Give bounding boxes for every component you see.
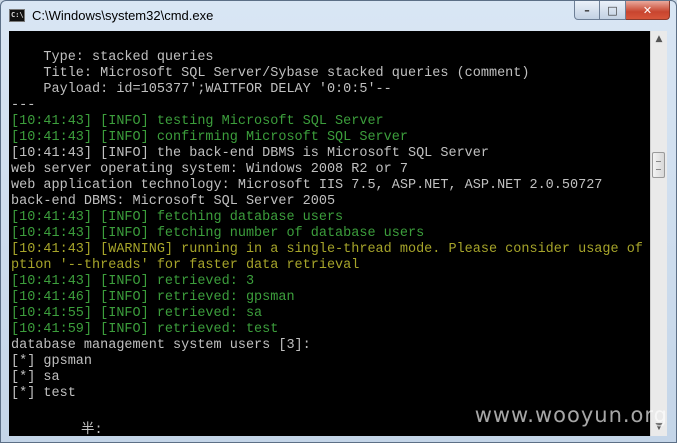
vertical-scrollbar[interactable]: ▲ ▼ (650, 31, 667, 436)
console-line: [10:41:43] [INFO] fetching database user… (11, 210, 344, 225)
console-line: [10:41:43] [INFO] testing Microsoft SQL … (11, 114, 384, 129)
console-line: web server operating system: Windows 200… (11, 162, 408, 177)
console-line: Title: Microsoft SQL Server/Sybase stack… (11, 66, 530, 81)
cmd-icon[interactable]: C:\ (9, 9, 25, 22)
console-line: [10:41:43] [WARNING] running in a single… (11, 242, 650, 257)
console-line: ption '--threads' for faster data retrie… (11, 258, 360, 273)
scroll-up-arrow-icon[interactable]: ▲ (651, 31, 667, 48)
console-line: [10:41:43] [INFO] confirming Microsoft S… (11, 130, 408, 145)
console-line: database management system users [3]: (11, 338, 311, 353)
console-line: [10:41:43] [INFO] retrieved: 3 (11, 274, 255, 289)
maximize-button[interactable]: □ (600, 1, 626, 20)
console-output[interactable]: Type: stacked queries Title: Microsoft S… (9, 31, 650, 436)
console-line: [10:41:43] [INFO] fetching number of dat… (11, 226, 425, 241)
window-controls: – □ ✕ (574, 1, 670, 21)
console-line: [*] test (11, 386, 76, 401)
console-line: [10:41:43] [INFO] the back-end DBMS is M… (11, 146, 489, 161)
console-line: back-end DBMS: Microsoft SQL Server 2005 (11, 194, 336, 209)
console-line: Type: stacked queries (11, 50, 214, 65)
console-line: [*] gpsman (11, 354, 93, 369)
maximize-icon: □ (607, 3, 618, 17)
window-title: C:\Windows\system32\cmd.exe (32, 8, 214, 23)
console-line: Payload: id=105377';WAITFOR DELAY '0:0:5… (11, 82, 392, 97)
minimize-icon: – (584, 3, 590, 17)
console-line: [*] sa (11, 370, 60, 385)
cmd-window: C:\ C:\Windows\system32\cmd.exe – □ ✕ Ty… (0, 0, 677, 443)
minimize-button[interactable]: – (574, 1, 600, 20)
console-lines: Type: stacked queries Title: Microsoft S… (11, 50, 650, 402)
console-line: --- (11, 98, 36, 113)
close-button[interactable]: ✕ (626, 1, 670, 20)
scrollbar-thumb[interactable] (652, 152, 665, 178)
console-prompt: 半: (81, 423, 103, 436)
close-icon: ✕ (642, 3, 653, 17)
console-line: web application technology: Microsoft II… (11, 178, 603, 193)
watermark: www.wooyun.org (474, 403, 668, 427)
console-line: [10:41:59] [INFO] retrieved: test (11, 322, 279, 337)
title-bar[interactable]: C:\ C:\Windows\system32\cmd.exe – □ ✕ (1, 1, 676, 31)
console-line: [10:41:55] [INFO] retrieved: sa (11, 306, 263, 321)
console-line: [10:41:46] [INFO] retrieved: gpsman (11, 290, 295, 305)
